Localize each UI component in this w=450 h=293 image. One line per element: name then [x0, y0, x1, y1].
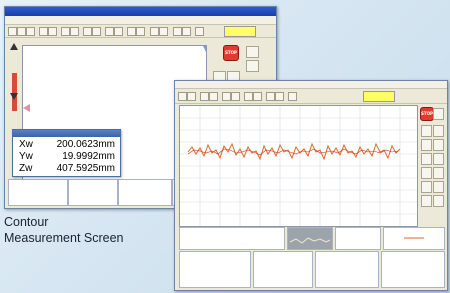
- control-button[interactable]: [433, 108, 444, 120]
- toolbar-button[interactable]: [173, 27, 182, 36]
- preview-thumbnail[interactable]: [383, 227, 445, 250]
- axis-label: Zw: [19, 163, 33, 174]
- toolbar-button[interactable]: [17, 27, 26, 36]
- axis-value: 407.5925mm: [56, 163, 115, 174]
- preview-thumbnail[interactable]: [335, 227, 381, 250]
- control-button[interactable]: [421, 153, 432, 165]
- menu-bar[interactable]: [175, 81, 447, 89]
- control-button[interactable]: [421, 181, 432, 193]
- control-button[interactable]: [433, 167, 444, 179]
- grid-lines: [180, 106, 417, 226]
- coordinate-readout: Xw 200.0623mm Yw 19.9992mm Zw 407.5925mm: [12, 129, 121, 177]
- axis-value: 19.9992mm: [62, 151, 115, 162]
- info-table: [253, 251, 313, 288]
- toolbar-button[interactable]: [61, 27, 70, 36]
- toolbar-button[interactable]: [8, 27, 17, 36]
- preview-line-icon: [404, 237, 424, 239]
- control-button[interactable]: [421, 195, 432, 207]
- axis-value: 200.0623mm: [56, 139, 115, 150]
- toolbar-button[interactable]: [209, 92, 218, 101]
- caption-line-2: Measurement Screen: [4, 231, 124, 245]
- program-list[interactable]: [68, 179, 118, 206]
- toolbar-button[interactable]: [182, 27, 191, 36]
- toolbar-button[interactable]: [253, 92, 262, 101]
- stop-button[interactable]: STOP: [223, 45, 239, 61]
- axis-label: Yw: [19, 151, 33, 162]
- axis-label: Xw: [19, 139, 33, 150]
- coordinate-row: Xw 200.0623mm: [17, 139, 117, 151]
- control-button[interactable]: [421, 125, 432, 137]
- coordinate-row: Yw 19.9992mm: [17, 151, 117, 163]
- preview-thumbnail[interactable]: [287, 227, 333, 250]
- info-table: [118, 179, 172, 206]
- right-button-panel: STOP: [418, 105, 445, 225]
- toolbar-button[interactable]: [195, 27, 204, 36]
- toolbar-button[interactable]: [178, 92, 187, 101]
- toolbar-button[interactable]: [26, 27, 35, 36]
- bottom-panel: [179, 251, 445, 288]
- info-table: [381, 251, 445, 288]
- toolbar-button[interactable]: [39, 27, 48, 36]
- toolbar-button[interactable]: [83, 27, 92, 36]
- status-box: [363, 91, 395, 102]
- message-box: [179, 227, 285, 250]
- readout-titlebar: [13, 130, 120, 137]
- toolbar-button[interactable]: [114, 27, 123, 36]
- toolbar-button[interactable]: [105, 27, 114, 36]
- toolbar-button[interactable]: [159, 27, 168, 36]
- toolbar-button[interactable]: [136, 27, 145, 36]
- toolbar-button[interactable]: [150, 27, 159, 36]
- toolbar-button[interactable]: [187, 92, 196, 101]
- program-tree[interactable]: [8, 179, 68, 206]
- toolbar-button[interactable]: [231, 92, 240, 101]
- toolbar: [175, 89, 447, 104]
- toolbar-button[interactable]: [127, 27, 136, 36]
- coordinate-row: Zw 407.5925mm: [17, 163, 117, 175]
- control-button[interactable]: [433, 181, 444, 193]
- preview-profile-icon: [289, 237, 331, 244]
- toolbar-button[interactable]: [222, 92, 231, 101]
- toolbar-button[interactable]: [266, 92, 275, 101]
- contour-graph[interactable]: [179, 105, 418, 227]
- control-button[interactable]: [433, 195, 444, 207]
- control-button[interactable]: [433, 139, 444, 151]
- toolbar-button[interactable]: [48, 27, 57, 36]
- toolbar-button[interactable]: [288, 92, 297, 101]
- info-table: [315, 251, 379, 288]
- caption-line-1: Contour: [4, 215, 49, 229]
- screen-caption: Contour Measurement Screen: [4, 214, 124, 246]
- toolbar-button[interactable]: [200, 92, 209, 101]
- toolbar-button[interactable]: [275, 92, 284, 101]
- toolbar-button[interactable]: [92, 27, 101, 36]
- control-button[interactable]: [246, 60, 259, 72]
- menu-bar[interactable]: [5, 16, 276, 25]
- toolbar: [5, 25, 276, 38]
- control-button[interactable]: [433, 125, 444, 137]
- control-button[interactable]: [421, 139, 432, 151]
- stop-button[interactable]: STOP: [420, 107, 434, 121]
- program-tree[interactable]: [179, 251, 251, 288]
- window-titlebar: [5, 7, 276, 16]
- control-button[interactable]: [421, 167, 432, 179]
- toolbar-button[interactable]: [244, 92, 253, 101]
- control-button[interactable]: [433, 153, 444, 165]
- left-marker-icon: [23, 104, 30, 112]
- message-strip: [179, 227, 445, 250]
- contour-window: STOP: [174, 80, 448, 291]
- toolbar-button[interactable]: [70, 27, 79, 36]
- top-marker-icon: [203, 46, 209, 52]
- status-box: [224, 26, 256, 37]
- control-button[interactable]: [246, 46, 259, 58]
- contour-plot: [180, 106, 417, 226]
